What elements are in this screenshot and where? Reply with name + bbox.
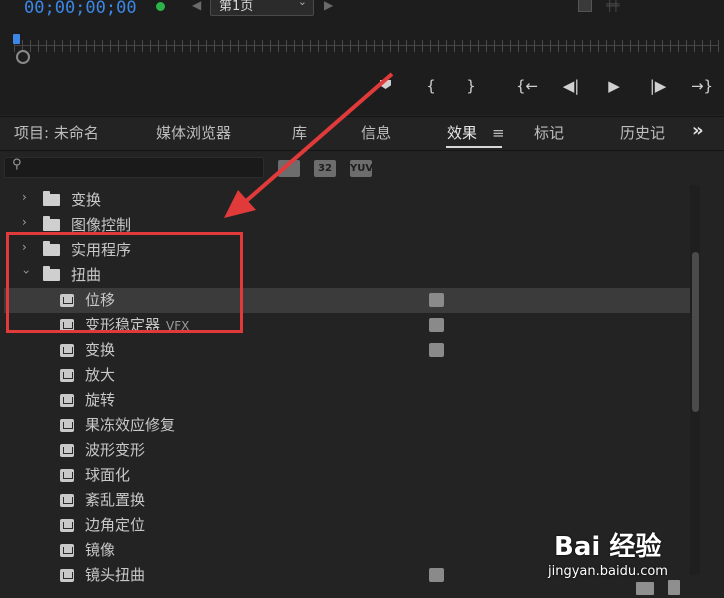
- search-icon: ⚲: [12, 157, 22, 172]
- accelerated-icon: [429, 318, 444, 332]
- effect-row[interactable]: 波形变形: [4, 438, 690, 463]
- step-back-button[interactable]: ◀|: [558, 76, 584, 96]
- tab-media-browser[interactable]: 媒体浏览器: [156, 122, 231, 143]
- go-to-out-button[interactable]: →}: [689, 76, 715, 96]
- effect-label: 变换: [85, 341, 116, 359]
- effect-icon: [60, 394, 74, 407]
- tab-history[interactable]: 历史记: [620, 122, 665, 143]
- folder-label: 变换: [71, 191, 102, 209]
- mark-out-button[interactable]: }: [458, 76, 484, 96]
- effect-row[interactable]: 旋转: [4, 388, 690, 413]
- highlight-annotation: [6, 232, 243, 333]
- folder-icon: [43, 191, 60, 206]
- chevron-right-icon[interactable]: ›: [22, 190, 27, 204]
- effect-icon: [60, 494, 74, 507]
- time-ruler[interactable]: [14, 40, 719, 52]
- zoom-scroll-handle[interactable]: [16, 50, 30, 64]
- effect-icon: [60, 469, 74, 482]
- film-icon[interactable]: [578, 0, 592, 12]
- active-tab-indicator: [446, 146, 502, 148]
- program-monitor-controls: 00;00;00;00 ◀ 第1页 ⌄ ▶ ╪╪ { } {← ◀| ▶ |▶ …: [0, 0, 724, 115]
- effect-label: 放大: [85, 366, 116, 384]
- page-select[interactable]: 第1页 ⌄: [210, 0, 314, 16]
- page-select-value: 第1页: [219, 0, 254, 14]
- accelerated-icon: [429, 343, 444, 357]
- panel-menu-icon[interactable]: ≡: [492, 124, 505, 142]
- watermark-title: Bai 经验: [554, 532, 662, 562]
- scrollbar-thumb[interactable]: [692, 252, 699, 412]
- time-ruler-line: [14, 45, 719, 46]
- effect-icon: [60, 369, 74, 382]
- timecode-display[interactable]: 00;00;00;00: [24, 0, 137, 18]
- mark-in-button[interactable]: {: [418, 76, 444, 96]
- tab-markers[interactable]: 标记: [534, 122, 564, 143]
- playhead-handle[interactable]: [13, 34, 20, 44]
- effect-icon: [60, 444, 74, 457]
- effect-row[interactable]: 球面化: [4, 463, 690, 488]
- tab-library[interactable]: 库: [292, 122, 307, 143]
- panel-divider: [0, 116, 724, 117]
- effect-label: 镜像: [85, 541, 116, 559]
- effect-label: 球面化: [85, 466, 131, 484]
- effect-label: 波形变形: [85, 441, 146, 459]
- panel-tabs: 项目: 未命名 媒体浏览器 库 信息 效果 ≡ 标记 历史记 »: [0, 118, 724, 151]
- folder-row[interactable]: › 变换: [4, 188, 690, 213]
- accelerated-icon: [429, 568, 444, 582]
- effect-label: 紊乱置换: [85, 491, 146, 509]
- folder-icon: [43, 216, 60, 231]
- watermark: Bai 经验 jingyan.baidu.com: [548, 524, 724, 598]
- accelerated-effects-filter[interactable]: [278, 160, 300, 177]
- effect-icon: [60, 519, 74, 532]
- effect-icon: [60, 419, 74, 432]
- effect-label: 镜头扭曲: [85, 566, 146, 584]
- effect-row[interactable]: 紊乱置换: [4, 488, 690, 513]
- previous-page-icon[interactable]: ◀: [192, 0, 201, 12]
- effect-icon: [60, 569, 74, 582]
- effect-label: 边角定位: [85, 516, 146, 534]
- go-to-in-button[interactable]: {←: [514, 76, 540, 96]
- effect-icon: [60, 544, 74, 557]
- watermark-url: jingyan.baidu.com: [548, 564, 668, 579]
- waveform-icon[interactable]: ╪╪: [606, 0, 619, 12]
- effect-row[interactable]: 放大: [4, 363, 690, 388]
- effect-row[interactable]: 变换: [4, 338, 690, 363]
- effect-icon: [60, 344, 74, 357]
- search-input[interactable]: ⚲: [4, 157, 264, 178]
- tab-effects[interactable]: 效果: [447, 122, 477, 143]
- effect-row[interactable]: 果冻效应修复: [4, 413, 690, 438]
- chevron-right-icon[interactable]: ›: [22, 215, 27, 229]
- chevron-down-icon: ⌄: [297, 0, 307, 8]
- next-page-icon[interactable]: ▶: [324, 0, 333, 12]
- effect-label: 旋转: [85, 391, 116, 409]
- tab-info[interactable]: 信息: [361, 122, 391, 143]
- add-marker-button[interactable]: [373, 76, 399, 96]
- effect-label: 果冻效应修复: [85, 416, 176, 434]
- tabs-overflow-button[interactable]: »: [692, 120, 704, 141]
- tab-project[interactable]: 项目: 未命名: [14, 122, 99, 143]
- status-indicator-icon: [156, 2, 165, 11]
- yuv-filter[interactable]: YUV: [350, 160, 373, 177]
- play-button[interactable]: ▶: [601, 76, 627, 96]
- 32-bit-filter[interactable]: 32: [314, 160, 336, 177]
- step-forward-button[interactable]: |▶: [645, 76, 671, 96]
- accelerated-icon: [429, 293, 444, 307]
